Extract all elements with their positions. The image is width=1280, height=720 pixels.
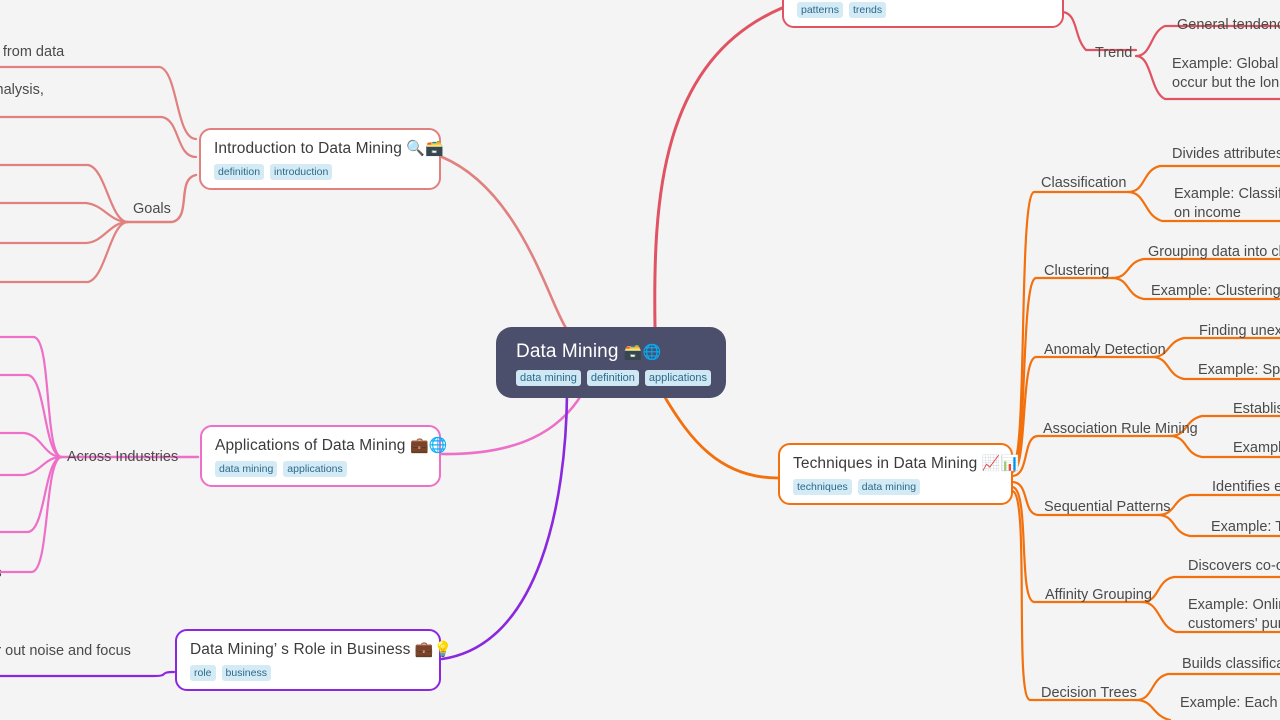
leaf-sequential-identifies-events[interactable]: Identifies ev [1212, 478, 1280, 497]
edge-industries-to-leaf4 [0, 455, 64, 477]
node-introduction-to-data-mining[interactable]: Introduction to Data Mining 🔍🗃️ definiti… [199, 128, 444, 190]
leaf-association-establishes[interactable]: Establis [1233, 400, 1280, 419]
edge-root-to-patterns [653, 6, 784, 329]
branch-label-trend[interactable]: Trend [1095, 44, 1132, 63]
node-introduction-title: Introduction to Data Mining 🔍🗃️ [214, 140, 444, 157]
branch-label-goals[interactable]: Goals [133, 200, 171, 219]
edge-root-to-techniques [661, 392, 780, 480]
tag-data-mining[interactable]: data mining [215, 461, 278, 477]
branch-label-decision-trees[interactable]: Decision Trees [1041, 684, 1137, 703]
edge-industries-to-leaf1 [0, 335, 64, 459]
tag-data-mining[interactable]: data mining [516, 370, 581, 386]
edge-industries-to-leaf5 [0, 455, 64, 534]
node-techniques-tags: techniques data mining [793, 479, 998, 495]
leaf-classification-example-line1[interactable]: Example: Classifyi [1174, 185, 1280, 204]
leaf-affinity-discovers-cooccurrence[interactable]: Discovers co-o [1188, 557, 1280, 576]
tag-techniques[interactable]: techniques [793, 479, 852, 495]
leaf-association-example[interactable]: Exampl [1233, 439, 1280, 458]
leaf-role-filter-out-noise[interactable]: lter out noise and focus [0, 642, 131, 661]
branch-label-association-rule-mining[interactable]: Association Rule Mining [1043, 420, 1198, 439]
node-patterns-trends[interactable]: patterns trends [782, 0, 1064, 28]
leaf-trend-example-line2[interactable]: occur but the lon [1172, 74, 1279, 93]
edge-goals-to-leaf3 [0, 220, 130, 245]
tag-data-mining[interactable]: data mining [857, 479, 921, 495]
leaf-clustering-example[interactable]: Example: Clustering c [1151, 282, 1280, 301]
tag-business[interactable]: business [221, 665, 271, 681]
node-role-title: Data Mining’ s Role in Business 💼💡 [190, 641, 453, 658]
edge-sequential-to-child1 [1156, 493, 1280, 517]
edge-root-to-introduction [440, 155, 568, 330]
archive-globe-icon: 🗃️🌐 [623, 344, 662, 361]
leaf-clustering-grouping-data[interactable]: Grouping data into clu [1148, 243, 1280, 262]
leaf-sequential-example[interactable]: Example: Tr [1211, 518, 1280, 537]
node-introduction-tags: definition introduction [214, 164, 426, 180]
root-node-title: Data Mining 🗃️🌐 [516, 341, 662, 362]
branch-label-clustering[interactable]: Clustering [1044, 262, 1109, 281]
branch-label-anomaly-detection[interactable]: Anomaly Detection [1044, 341, 1166, 360]
tag-definition[interactable]: definition [214, 164, 265, 180]
tag-definition[interactable]: definition [586, 370, 639, 386]
leaf-anomaly-finding-unexpected[interactable]: Finding unex [1199, 322, 1280, 341]
edge-tech-to-clustering [1010, 276, 1114, 471]
tag-role[interactable]: role [190, 665, 216, 681]
node-applications-tags: data mining applications [215, 461, 426, 477]
chart-increasing-barchart-icon: 📈📊 [981, 455, 1020, 472]
leaf-intro-pattern-recognition[interactable]: gnition, statistical analysis, [0, 81, 44, 100]
edge-intro-to-leaf1 [0, 65, 198, 141]
edge-goals-to-leaf2 [0, 201, 130, 224]
node-techniques-title: Techniques in Data Mining 📈📊 [793, 455, 1020, 472]
root-node[interactable]: Data Mining 🗃️🌐 data mining definition a… [496, 327, 726, 398]
branch-label-classification[interactable]: Classification [1041, 174, 1126, 193]
briefcase-bulb-icon: 💼💡 [414, 641, 453, 658]
branch-label-sequential-patterns[interactable]: Sequential Patterns [1044, 498, 1171, 517]
edge-tech-to-anomaly [1010, 355, 1154, 474]
node-applications-title: Applications of Data Mining 💼🌐 [215, 437, 448, 454]
edge-industries-to-leaf2 [0, 373, 64, 459]
node-patterns-tags: patterns trends [797, 2, 1049, 18]
edge-tech-to-association [1010, 434, 1172, 478]
tag-introduction[interactable]: introduction [270, 164, 333, 180]
leaf-industry-forecasts[interactable]: asts [0, 564, 2, 583]
edge-industries-to-leaf3 [0, 431, 64, 459]
tag-patterns[interactable]: patterns [797, 2, 843, 18]
edge-industries-to-leaf6 [0, 455, 64, 574]
leaf-decision-builds-classification[interactable]: Builds classificati [1182, 655, 1280, 674]
leaf-anomaly-example[interactable]: Example: Sp [1198, 361, 1280, 380]
tag-applications[interactable]: applications [644, 370, 712, 386]
leaf-trend-general-tendency[interactable]: General tendency [1177, 16, 1280, 35]
edge-role-to-leaf1 [0, 670, 176, 678]
tag-trends[interactable]: trends [848, 2, 887, 18]
node-role-tags: role business [190, 665, 426, 681]
branch-label-across-industries[interactable]: Across Industries [67, 448, 178, 467]
leaf-classification-example-line2[interactable]: on income [1174, 204, 1241, 223]
search-archive-icon: 🔍🗃️ [406, 140, 444, 157]
briefcase-globe-icon: 💼🌐 [409, 437, 448, 454]
tag-applications[interactable]: applications [283, 461, 347, 477]
edge-root-to-role [440, 392, 569, 661]
edge-decision-to-child2 [1134, 698, 1172, 720]
edge-root-to-applications [440, 392, 584, 456]
leaf-classification-divides-attributes[interactable]: Divides attributes [1172, 145, 1280, 164]
edge-intro-to-leaf2 [0, 115, 198, 159]
node-techniques-in-data-mining[interactable]: Techniques in Data Mining 📈📊 techniques … [778, 443, 1020, 505]
leaf-trend-example-line1[interactable]: Example: Global w [1172, 55, 1280, 74]
leaf-intro-extracting-knowledge[interactable]: racting knowledge from data [0, 43, 64, 62]
node-applications-of-data-mining[interactable]: Applications of Data Mining 💼🌐 data mini… [200, 425, 448, 487]
mindmap-canvas: Data Mining 🗃️🌐 data mining definition a… [0, 0, 1280, 720]
edge-goals-to-leaf4 [0, 220, 130, 284]
node-data-mining-role-in-business[interactable]: Data Mining’ s Role in Business 💼💡 role … [175, 629, 453, 691]
root-node-tags: data mining definition applications [516, 370, 712, 386]
leaf-decision-example[interactable]: Example: Each br [1180, 694, 1280, 713]
edge-goals-to-leaf1 [0, 163, 130, 224]
branch-label-affinity-grouping[interactable]: Affinity Grouping [1045, 586, 1152, 605]
leaf-affinity-example-line2[interactable]: customers' pur [1188, 615, 1280, 634]
leaf-affinity-example-line1[interactable]: Example: Onlin [1188, 596, 1280, 615]
